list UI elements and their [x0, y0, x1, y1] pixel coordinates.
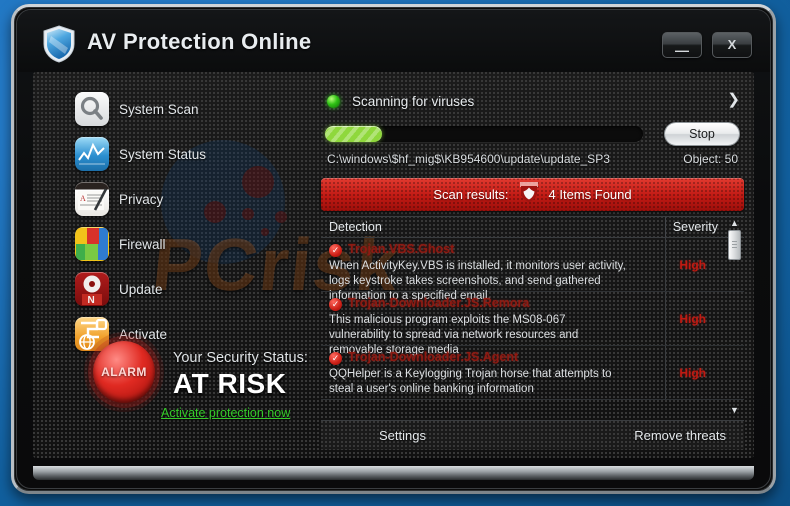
sidebar-item-privacy[interactable]: A Privacy	[75, 180, 290, 218]
column-header-severity: Severity	[672, 220, 718, 234]
scan-progress-fill	[325, 126, 383, 142]
triangle-up-icon[interactable]: ▲	[727, 216, 742, 229]
brick-blocks-icon	[75, 227, 109, 261]
minimize-button[interactable]: —	[662, 32, 702, 58]
threat-list-scrollbar[interactable]: ▲ ▼	[727, 216, 742, 416]
stop-button-label: Stop	[689, 127, 715, 141]
panel-footer: Settings Remove threats	[321, 420, 744, 450]
remove-threats-button[interactable]: Remove threats	[634, 428, 726, 443]
scan-results-count: 4 Items Found	[548, 187, 632, 202]
progress-row: Stop	[317, 122, 748, 148]
sidebar: System Scan System Status A Privacy Fire…	[33, 72, 313, 458]
scrollbar-thumb[interactable]	[728, 230, 741, 260]
sidebar-item-update[interactable]: N Update	[75, 270, 290, 308]
status-badge: High	[679, 258, 706, 272]
disc-update-icon: N	[75, 272, 109, 306]
stop-button[interactable]: Stop	[664, 122, 740, 146]
scan-results-label: Scan results:	[433, 187, 509, 202]
table-row[interactable]: ✓ Trojan-Downloader.JS.Remora This malic…	[321, 292, 744, 356]
red-check-icon[interactable]: ✓	[329, 244, 342, 257]
column-divider	[665, 238, 666, 291]
threat-name: Trojan.VBS.Ghost	[348, 242, 455, 256]
scan-status-text: Scanning for viruses	[352, 93, 475, 109]
green-status-led-icon	[327, 94, 340, 108]
sidebar-item-system-scan[interactable]: System Scan	[75, 90, 290, 128]
svg-text:A: A	[80, 194, 86, 203]
threat-list-header: Detection Severity	[321, 216, 744, 238]
scan-current-path: C:\windows\$hf_mig$\KB954600\update\upda…	[327, 152, 610, 166]
close-button[interactable]: X	[712, 32, 752, 58]
triangle-down-icon[interactable]: ▼	[727, 403, 742, 416]
scan-progress-bar	[325, 126, 643, 142]
sidebar-item-system-status[interactable]: System Status	[75, 135, 290, 173]
chevron-down-icon[interactable]: ❯	[727, 90, 740, 108]
settings-button[interactable]: Settings	[379, 428, 426, 443]
alarm-button-label: ALARM	[101, 365, 147, 379]
column-divider	[665, 292, 666, 345]
red-shield-icon	[519, 181, 539, 208]
key-globe-icon	[75, 317, 109, 351]
security-status-label: Your Security Status:	[173, 350, 308, 366]
scan-header: Scanning for viruses ❯	[317, 86, 748, 116]
status-badge: High	[679, 366, 706, 380]
column-header-detection: Detection	[329, 220, 382, 234]
threat-description: QQHelper is a Keylogging Trojan horse th…	[329, 368, 612, 395]
red-check-icon[interactable]: ✓	[329, 352, 342, 365]
close-icon: X	[727, 37, 737, 52]
chart-line-icon	[75, 137, 109, 171]
sidebar-item-label: Activate	[119, 326, 168, 342]
main-content-area: PCrisk System Scan System Status A Priva…	[33, 72, 754, 458]
minimize-icon: —	[675, 42, 689, 58]
security-status-value: AT RISK	[173, 368, 287, 399]
magnifier-icon	[75, 92, 109, 126]
scan-results-banner: Scan results: 4 Items Found	[321, 178, 744, 211]
title-bar: AV Protection Online — X	[17, 10, 770, 72]
svg-text:N: N	[88, 295, 95, 306]
alarm-button[interactable]: ALARM	[93, 341, 155, 403]
column-divider	[665, 346, 666, 399]
scan-panel: Scanning for viruses ❯ Stop C:\windows\$…	[317, 86, 748, 452]
application-window: AV Protection Online — X PCrisk System S…	[11, 4, 776, 494]
threat-name: Trojan-Downloader.JS.Agent	[348, 350, 519, 364]
table-row[interactable]: ✓ Trojan-Downloader.JS.Agent QQHelper is…	[321, 346, 744, 400]
shield-icon	[41, 24, 77, 64]
sidebar-item-label: System Status	[119, 146, 207, 162]
sidebar-item-firewall[interactable]: Firewall	[75, 225, 290, 263]
sidebar-item-label: Firewall	[119, 236, 166, 252]
window-bottom-trim	[33, 466, 754, 480]
page-title: AV Protection Online	[87, 29, 312, 54]
document-pen-icon: A	[75, 182, 109, 216]
table-row[interactable]: ✓ Trojan.VBS.Ghost When ActivityKey.VBS …	[321, 238, 744, 302]
activate-protection-link[interactable]: Activate protection now	[161, 406, 290, 420]
red-check-icon[interactable]: ✓	[329, 298, 342, 311]
sidebar-item-label: Privacy	[119, 191, 164, 207]
column-divider	[665, 217, 666, 237]
threat-list[interactable]: ✓ Trojan.VBS.Ghost When ActivityKey.VBS …	[321, 238, 744, 416]
threat-name: Trojan-Downloader.JS.Remora	[348, 296, 530, 310]
status-badge: High	[679, 312, 706, 326]
sidebar-item-label: System Scan	[119, 101, 199, 117]
window-inner-frame: AV Protection Online — X PCrisk System S…	[16, 9, 771, 489]
scan-object-count: Object: 50	[683, 152, 738, 166]
sidebar-item-label: Update	[119, 281, 163, 297]
